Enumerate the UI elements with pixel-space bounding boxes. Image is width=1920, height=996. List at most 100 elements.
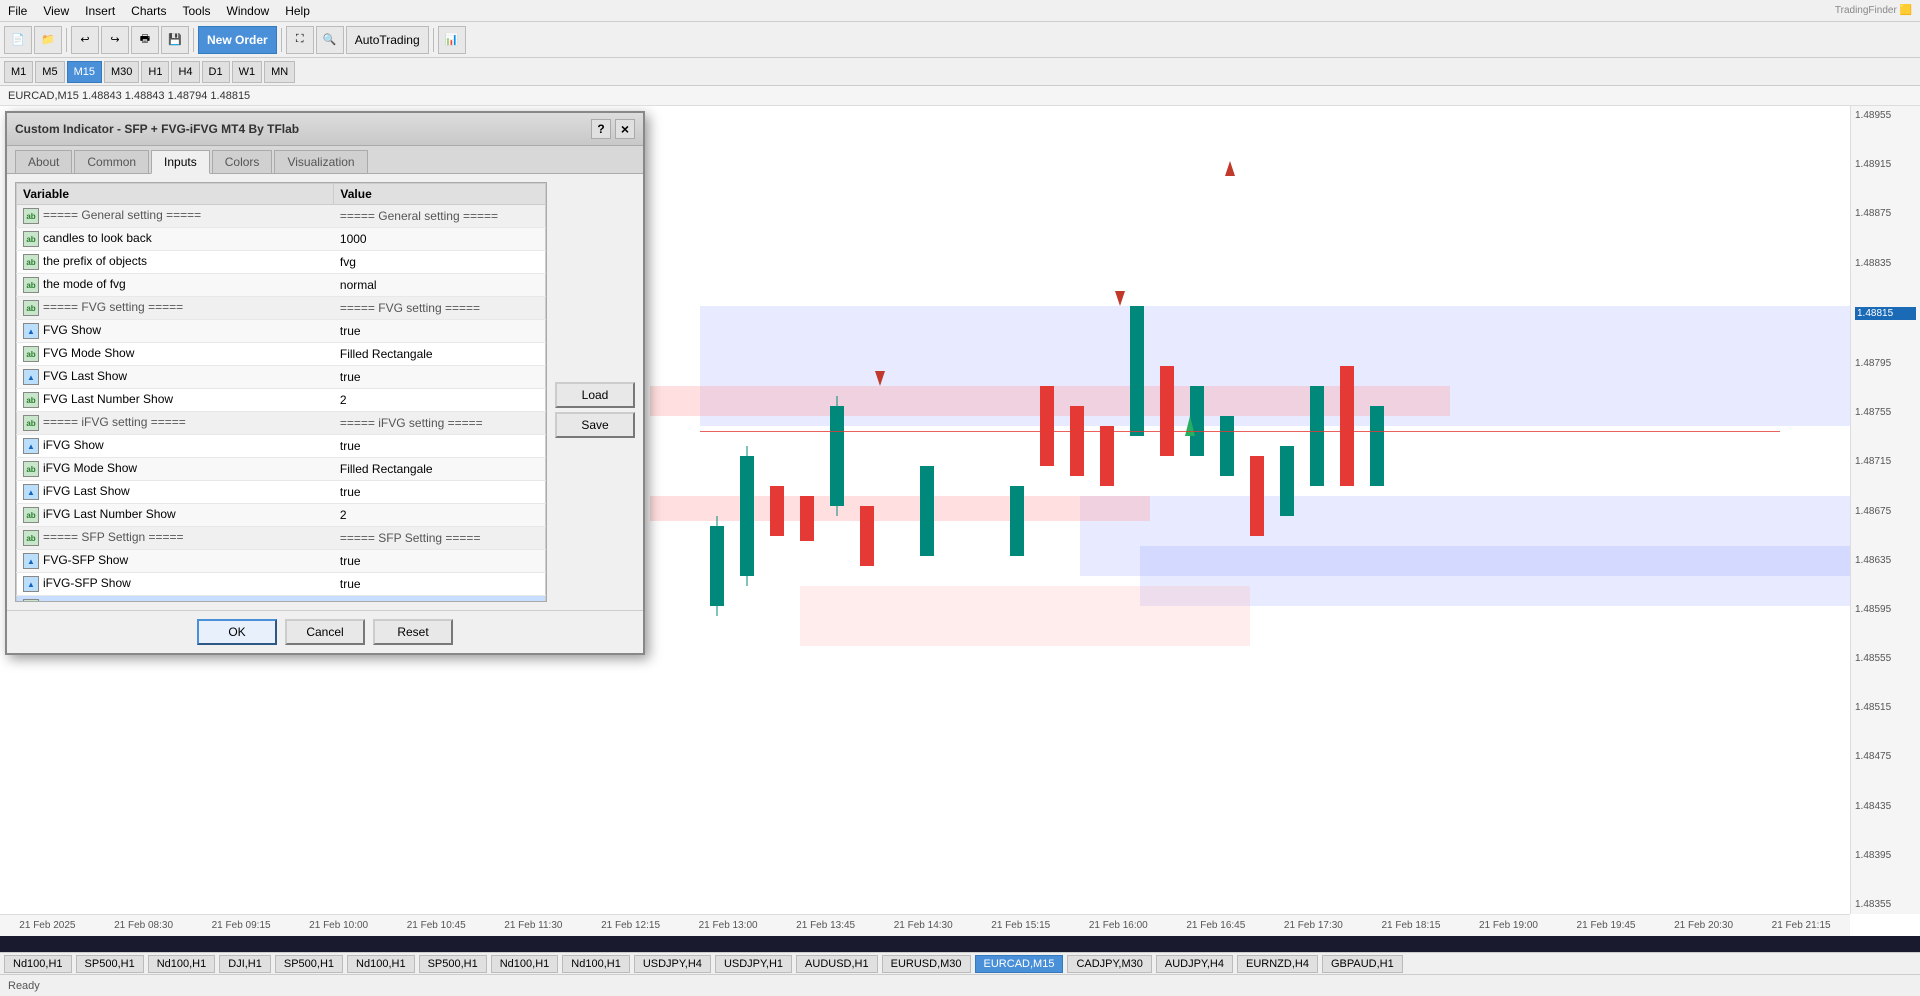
params-table: Variable Value ab===== General setting =… <box>16 183 546 602</box>
menu-insert[interactable]: Insert <box>85 4 115 18</box>
param-value: 2 <box>340 393 347 407</box>
table-row[interactable]: abthe mode of fvgnormal <box>17 274 546 297</box>
bottom-tab[interactable]: SP500,H1 <box>419 955 487 973</box>
table-row[interactable]: ▲FVG-SFP Showtrue <box>17 550 546 573</box>
tf-m15[interactable]: M15 <box>67 61 102 83</box>
bottom-tab[interactable]: DJI,H1 <box>219 955 271 973</box>
bottom-tab[interactable]: Nd100,H1 <box>148 955 216 973</box>
param-variable: the mode of fvg <box>43 277 126 291</box>
bottom-tab[interactable]: GBPAUD,H1 <box>1322 955 1403 973</box>
toolbar-save[interactable]: 💾 <box>161 26 189 54</box>
param-variable: ===== FVG setting ===== <box>43 300 183 314</box>
toolbar-print[interactable]: 🖶 <box>131 26 159 54</box>
param-value: ===== iFVG setting ===== <box>340 416 483 430</box>
bottom-tab[interactable]: SP500,H1 <box>76 955 144 973</box>
table-row[interactable]: abiFVG Last Number Show2 <box>17 504 546 527</box>
param-value: true <box>340 439 361 453</box>
tf-m5[interactable]: M5 <box>35 61 64 83</box>
table-row[interactable]: ab===== iFVG setting ========== iFVG set… <box>17 412 546 435</box>
date-label: 21 Feb 13:45 <box>796 920 855 931</box>
symbol-info: EURCAD,M15 1.48843 1.48843 1.48794 1.488… <box>8 90 250 102</box>
date-label: 21 Feb 10:00 <box>309 920 368 931</box>
toolbar-zoom-in[interactable]: ⛶ <box>286 26 314 54</box>
table-row[interactable]: abiFVG Mode ShowFilled Rectangale <box>17 458 546 481</box>
tf-d1[interactable]: D1 <box>202 61 230 83</box>
toolbar: 📄 📁 ↩ ↪ 🖶 💾 New Order ⛶ 🔍 AutoTrading 📊 <box>0 22 1920 58</box>
table-row[interactable]: ▲iFVG Last Showtrue <box>17 481 546 504</box>
tf-m30[interactable]: M30 <box>104 61 139 83</box>
dialog-help-button[interactable]: ? <box>591 119 611 139</box>
load-button[interactable]: Load <box>555 382 635 408</box>
toolbar-new-chart[interactable]: 📄 <box>4 26 32 54</box>
tab-inputs[interactable]: Inputs <box>151 150 210 174</box>
tf-h4[interactable]: H4 <box>171 61 199 83</box>
toolbar-zoom-out[interactable]: 🔍 <box>316 26 344 54</box>
bottom-tab[interactable]: USDJPY,H4 <box>634 955 711 973</box>
toolbar-sep-3 <box>281 28 282 52</box>
tf-h1[interactable]: H1 <box>141 61 169 83</box>
bottom-tab[interactable]: Nd100,H1 <box>347 955 415 973</box>
menu-file[interactable]: File <box>8 4 27 18</box>
toolbar-undo[interactable]: ↩ <box>71 26 99 54</box>
tf-m1[interactable]: M1 <box>4 61 33 83</box>
new-order-button[interactable]: New Order <box>198 26 277 54</box>
table-and-btns: Variable Value ab===== General setting =… <box>15 182 635 602</box>
menu-view[interactable]: View <box>43 4 69 18</box>
bottom-tab[interactable]: EURNZD,H4 <box>1237 955 1318 973</box>
ok-button[interactable]: OK <box>197 619 277 645</box>
price-label: 1.48635 <box>1855 555 1916 566</box>
table-row[interactable]: abMaximum BreakOut Candles4 <box>17 596 546 603</box>
tf-mn[interactable]: MN <box>264 61 295 83</box>
date-label: 21 Feb 19:45 <box>1577 920 1636 931</box>
table-row[interactable]: ab===== General setting ========== Gener… <box>17 205 546 228</box>
table-row[interactable]: ▲iFVG-SFP Showtrue <box>17 573 546 596</box>
price-label: 1.48395 <box>1855 850 1916 861</box>
table-row[interactable]: ▲FVG Last Showtrue <box>17 366 546 389</box>
brand-logo: TradingFinder 🟨 <box>1835 5 1912 16</box>
tf-w1[interactable]: W1 <box>232 61 263 83</box>
bottom-tab[interactable]: Nd100,H1 <box>4 955 72 973</box>
tab-colors[interactable]: Colors <box>212 150 273 173</box>
table-row[interactable]: abthe prefix of objectsfvg <box>17 251 546 274</box>
bottom-tab[interactable]: EURUSD,M30 <box>882 955 971 973</box>
tab-common[interactable]: Common <box>74 150 149 173</box>
params-table-wrapper[interactable]: Variable Value ab===== General setting =… <box>15 182 547 602</box>
toolbar-redo[interactable]: ↪ <box>101 26 129 54</box>
bottom-tab[interactable]: Nd100,H1 <box>491 955 559 973</box>
bottom-tab[interactable]: Nd100,H1 <box>562 955 630 973</box>
table-row[interactable]: abcandles to look back1000 <box>17 228 546 251</box>
bottom-tab[interactable]: CADJPY,M30 <box>1067 955 1151 973</box>
table-row[interactable]: ab===== SFP Settign ========== SFP Setti… <box>17 527 546 550</box>
date-label: 21 Feb 14:30 <box>894 920 953 931</box>
bottom-tab[interactable]: AUDUSD,H1 <box>796 955 878 973</box>
table-row[interactable]: ▲iFVG Showtrue <box>17 435 546 458</box>
bottom-tab-active[interactable]: EURCAD,M15 <box>975 955 1064 973</box>
table-row[interactable]: ▲FVG Showtrue <box>17 320 546 343</box>
toolbar-open[interactable]: 📁 <box>34 26 62 54</box>
cancel-button[interactable]: Cancel <box>285 619 365 645</box>
autotrading-button[interactable]: AutoTrading <box>346 26 429 54</box>
dialog-close-button[interactable]: × <box>615 119 635 139</box>
menu-help[interactable]: Help <box>285 4 310 18</box>
menu-window[interactable]: Window <box>227 4 270 18</box>
table-row[interactable]: abFVG Last Number Show2 <box>17 389 546 412</box>
param-variable: iFVG-SFP Show <box>43 576 131 590</box>
table-row[interactable]: ab===== FVG setting ========== FVG setti… <box>17 297 546 320</box>
price-label: 1.48475 <box>1855 751 1916 762</box>
param-value: true <box>340 577 361 591</box>
reset-button[interactable]: Reset <box>373 619 453 645</box>
tab-visualization[interactable]: Visualization <box>274 150 367 173</box>
toolbar-indicators[interactable]: 📊 <box>438 26 466 54</box>
bottom-tab[interactable]: USDJPY,H1 <box>715 955 792 973</box>
dialog-footer: OK Cancel Reset <box>7 610 643 653</box>
table-row[interactable]: abFVG Mode ShowFilled Rectangale <box>17 343 546 366</box>
date-label: 21 Feb 18:15 <box>1381 920 1440 931</box>
menu-charts[interactable]: Charts <box>131 4 166 18</box>
param-variable: iFVG Mode Show <box>43 461 137 475</box>
bottom-tab[interactable]: AUDJPY,H4 <box>1156 955 1233 973</box>
save-button[interactable]: Save <box>555 412 635 438</box>
menu-tools[interactable]: Tools <box>183 4 211 18</box>
price-label: 1.48515 <box>1855 702 1916 713</box>
tab-about[interactable]: About <box>15 150 72 173</box>
bottom-tab[interactable]: SP500,H1 <box>275 955 343 973</box>
